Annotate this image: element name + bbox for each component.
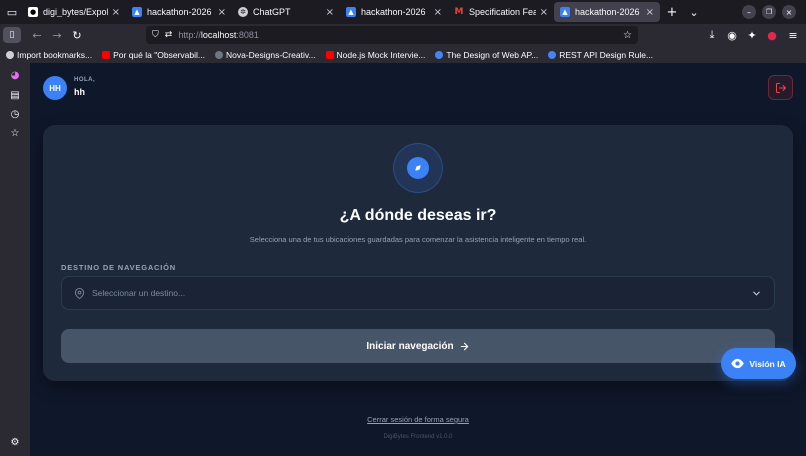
minimize-icon[interactable]: – bbox=[742, 5, 756, 19]
tab-3[interactable]: ▲ hackathon-2026 × bbox=[340, 0, 448, 24]
chevron-down-icon[interactable]: ⌄ bbox=[684, 2, 704, 22]
tab-title: digi_bytes/ExpoInteg bbox=[43, 7, 108, 17]
close-icon[interactable]: × bbox=[434, 7, 442, 18]
tab-4[interactable]: M Specification Feature × bbox=[448, 0, 554, 24]
compass-icon bbox=[407, 157, 429, 179]
url-port: :8081 bbox=[236, 30, 259, 40]
bookmark-item[interactable]: Node.js Mock Intervie... bbox=[325, 50, 425, 60]
compass-badge bbox=[393, 143, 443, 193]
url-host: localhost bbox=[200, 30, 237, 40]
url-prefix: http:// bbox=[178, 30, 201, 40]
window-close-icon[interactable]: × bbox=[782, 5, 796, 19]
eye-icon bbox=[731, 358, 745, 369]
restore-icon[interactable]: ❐ bbox=[762, 5, 776, 19]
card-subtitle: Selecciona una de tus ubicaciones guarda… bbox=[249, 235, 587, 244]
close-icon[interactable]: × bbox=[646, 7, 654, 18]
tab-2[interactable]: ✲ ChatGPT × bbox=[232, 0, 340, 24]
youtube-icon bbox=[102, 50, 111, 59]
bookmark-item[interactable]: The Design of Web AP... bbox=[435, 50, 538, 60]
destination-placeholder: Seleccionar un destino... bbox=[92, 288, 186, 298]
settings-icon[interactable]: ⚙ bbox=[9, 437, 21, 449]
app-icon: ▲ bbox=[560, 7, 570, 17]
vision-ai-label: Visión IA bbox=[749, 358, 786, 369]
tab-1[interactable]: ▲ hackathon-2026 × bbox=[126, 0, 232, 24]
tab-title: Specification Feature bbox=[469, 7, 536, 17]
destination-label: DESTINO DE NAVEGACIÓN bbox=[61, 263, 177, 272]
app-page: HH HOLA, hh ¿A dónde deseas ir? Seleccio… bbox=[30, 63, 806, 456]
shield-icon: ⛉ bbox=[152, 30, 159, 40]
tab-title: hackathon-2026 bbox=[361, 7, 426, 17]
sync-tabs-icon[interactable]: ▤ bbox=[9, 90, 21, 102]
bookmark-star-icon[interactable]: ☆ bbox=[623, 30, 632, 41]
app-icon: ▲ bbox=[132, 7, 142, 17]
bookmarks-bar: Import bookmarks... Por qué la "Observab… bbox=[0, 46, 806, 63]
close-icon[interactable]: × bbox=[218, 7, 226, 18]
gmail-icon: M bbox=[454, 7, 464, 17]
chevron-down-icon bbox=[753, 291, 760, 296]
close-icon[interactable]: × bbox=[326, 7, 334, 18]
close-icon[interactable]: × bbox=[112, 7, 120, 18]
bookmark-item[interactable]: Nova-Designs-Creativ... bbox=[214, 50, 316, 60]
extension-badge-icon[interactable]: ● bbox=[762, 25, 782, 45]
extensions-icon[interactable]: ✦ bbox=[742, 25, 762, 45]
logout-button[interactable] bbox=[768, 75, 793, 100]
forward-icon[interactable]: → bbox=[47, 25, 67, 45]
import-icon bbox=[6, 50, 14, 59]
avatar: HH bbox=[43, 76, 67, 100]
vision-ai-button[interactable]: Visión IA bbox=[721, 348, 796, 379]
account-icon[interactable]: ◉ bbox=[722, 25, 742, 45]
nav-bar: ▯ ← → ↻ ⛉ ⇄ http://localhost:8081 ☆ ⤓ ◉ … bbox=[0, 24, 806, 46]
google-icon bbox=[435, 50, 444, 59]
close-icon[interactable]: × bbox=[540, 7, 548, 18]
github-icon: ● bbox=[28, 7, 38, 17]
google-icon bbox=[548, 50, 557, 59]
app-icon: ▲ bbox=[346, 7, 356, 17]
tab-title: hackathon-2026 bbox=[575, 7, 640, 17]
history-icon[interactable]: ◷ bbox=[9, 109, 21, 121]
map-pin-icon bbox=[74, 287, 85, 299]
tab-list-icon[interactable]: ▭ bbox=[2, 2, 22, 22]
connection-icon: ⇄ bbox=[164, 30, 173, 40]
start-navigation-label: Iniciar navegación bbox=[366, 340, 454, 352]
tab-bar: ▭ ● digi_bytes/ExpoInteg × ▲ hackathon-2… bbox=[0, 0, 806, 24]
menu-icon[interactable]: ≡ bbox=[783, 25, 803, 45]
arrow-right-icon bbox=[460, 342, 468, 350]
sidebar-toggle-icon[interactable]: ▯ bbox=[3, 27, 21, 43]
tab-0[interactable]: ● digi_bytes/ExpoInteg × bbox=[22, 0, 126, 24]
chatgpt-icon: ✲ bbox=[238, 7, 248, 17]
bookmarks-icon[interactable]: ☆ bbox=[9, 128, 21, 140]
bookmark-item[interactable]: Import bookmarks... bbox=[6, 50, 92, 60]
tab-5-active[interactable]: ▲ hackathon-2026 × bbox=[554, 2, 660, 22]
greeting: HOLA, bbox=[74, 77, 96, 83]
user-name: hh bbox=[74, 87, 85, 97]
url-bar[interactable]: ⛉ ⇄ http://localhost:8081 ☆ bbox=[146, 26, 638, 44]
reload-icon[interactable]: ↻ bbox=[67, 25, 87, 45]
version-text: DigiBytes Frontend v1.0.0 bbox=[383, 434, 453, 440]
downloads-icon[interactable]: ⤓ bbox=[702, 25, 722, 45]
youtube-icon bbox=[325, 50, 334, 59]
bookmark-item[interactable]: REST API Design Rule... bbox=[548, 50, 653, 60]
ai-chat-icon[interactable]: ◕ bbox=[9, 70, 21, 82]
destination-card: ¿A dónde deseas ir? Selecciona una de tu… bbox=[43, 125, 793, 381]
tab-title: ChatGPT bbox=[253, 7, 291, 17]
browser-sidebar: ◕ ▤ ◷ ☆ ⚙ bbox=[0, 63, 30, 456]
bookmark-item[interactable]: Por qué la "Observabil... bbox=[102, 50, 205, 60]
start-navigation-button[interactable]: Iniciar navegación bbox=[61, 329, 775, 363]
github-icon bbox=[214, 50, 223, 59]
logout-icon bbox=[775, 82, 786, 93]
tab-title: hackathon-2026 bbox=[147, 7, 212, 17]
card-title: ¿A dónde deseas ir? bbox=[339, 207, 497, 224]
destination-select[interactable]: Seleccionar un destino... bbox=[61, 276, 775, 310]
back-icon[interactable]: ← bbox=[27, 25, 47, 45]
new-tab-button[interactable]: + bbox=[662, 2, 682, 22]
secure-signout-link[interactable]: Cerrar sesión de forma segura bbox=[30, 415, 806, 424]
